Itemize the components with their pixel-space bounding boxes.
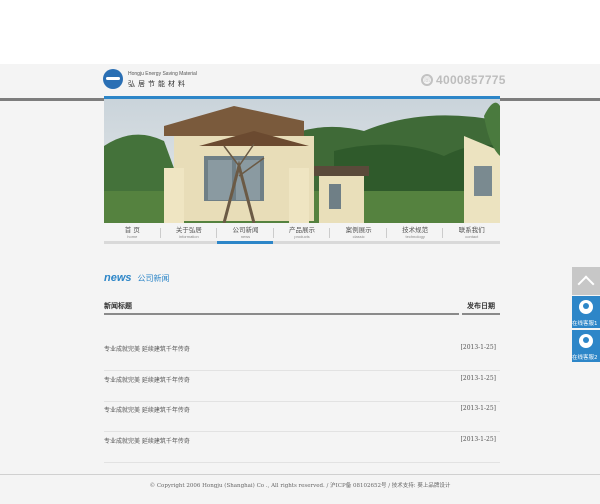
nav-active-indicator xyxy=(217,241,273,244)
nav-item-technology[interactable]: 技术规范 technology xyxy=(387,223,444,243)
headset-icon xyxy=(579,334,593,348)
phone-text: 4000857775 xyxy=(436,73,506,87)
nav-item-home[interactable]: 首 页 home xyxy=(104,223,161,243)
service-label: 在线客服1 xyxy=(572,321,598,327)
logo-icon xyxy=(103,69,123,89)
nav-underline xyxy=(104,241,500,244)
news-date: [2013-1-25] xyxy=(460,436,496,443)
column-header-date: 发布日期 xyxy=(467,301,495,310)
nav-label: 关于弘居 xyxy=(175,226,202,234)
logo-cn: 弘居节能材料 xyxy=(128,80,188,88)
nav-sublabel: products xyxy=(294,234,310,239)
phone-number: ☏ 4000857775 xyxy=(421,72,506,88)
nav-label: 联系我们 xyxy=(458,226,485,234)
news-date: [2013-1-25] xyxy=(460,405,496,412)
top-blank-area xyxy=(0,0,600,64)
logo-en: Hongju Energy Saving Material xyxy=(128,71,197,77)
banner-image xyxy=(104,96,500,223)
header xyxy=(0,64,600,100)
main-nav: 首 页 home 关于弘居 information 公司新闻 news 产品展示… xyxy=(104,223,500,243)
footer-copyright: © Copyright 2006 Hongju (Shanghai) Co .,… xyxy=(149,483,451,489)
nav-item-about[interactable]: 关于弘居 information xyxy=(161,223,218,243)
banner-illustration xyxy=(104,96,500,223)
section-title-en: news xyxy=(104,272,132,284)
headset-icon xyxy=(579,300,593,314)
nav-item-cases[interactable]: 案例展示 classic xyxy=(330,223,387,243)
nav-sublabel: contact xyxy=(465,234,479,239)
news-date: [2013-1-25] xyxy=(460,344,496,351)
news-row[interactable]: 专业成就完美 延续建筑千年传奇 [2013-1-25] xyxy=(104,432,500,463)
news-row[interactable]: 专业成就完美 延续建筑千年传奇 [2013-1-25] xyxy=(104,401,500,432)
phone-icon: ☏ xyxy=(421,74,433,86)
nav-sublabel: classic xyxy=(352,234,365,239)
logo[interactable]: Hongju Energy Saving Material 弘居节能材料 xyxy=(103,69,213,91)
nav-sublabel: information xyxy=(178,234,199,239)
banner-top-accent xyxy=(104,96,500,99)
nav-label: 技术规范 xyxy=(402,226,429,234)
nav-label: 公司新闻 xyxy=(232,226,259,234)
nav-sublabel: news xyxy=(240,234,251,239)
online-service-button-1[interactable]: 在线客服1 xyxy=(572,296,600,328)
nav-sublabel: technology xyxy=(405,234,425,239)
news-date: [2013-1-25] xyxy=(460,375,496,382)
news-row[interactable]: 专业成就完美 延续建筑千年传奇 [2013-1-25] xyxy=(104,340,500,371)
service-label: 在线客服2 xyxy=(572,355,598,361)
nav-label: 产品展示 xyxy=(289,226,316,234)
nav-label: 首 页 xyxy=(124,226,140,234)
online-service-button-2[interactable]: 在线客服2 xyxy=(572,330,600,362)
footer-divider xyxy=(0,474,600,475)
news-title-link[interactable]: 专业成就完美 延续建筑千年传奇 xyxy=(104,344,190,353)
nav-sublabel: home xyxy=(127,234,138,239)
chevron-up-icon xyxy=(577,275,595,292)
nav-item-news[interactable]: 公司新闻 news xyxy=(217,223,274,243)
column-header-title: 新闻标题 xyxy=(104,301,132,310)
header-rule-date xyxy=(462,313,500,315)
back-to-top-button[interactable] xyxy=(572,267,600,295)
nav-label: 案例展示 xyxy=(345,226,372,234)
header-rule xyxy=(104,313,459,315)
section-title: news 公司新闻 xyxy=(104,272,170,288)
news-title-link[interactable]: 专业成就完美 延续建筑千年传奇 xyxy=(104,375,190,384)
nav-item-contact[interactable]: 联系我们 contact xyxy=(443,223,500,243)
news-row[interactable]: 专业成就完美 延续建筑千年传奇 [2013-1-25] xyxy=(104,371,500,402)
news-title-link[interactable]: 专业成就完美 延续建筑千年传奇 xyxy=(104,405,190,414)
section-title-cn: 公司新闻 xyxy=(137,274,170,283)
news-title-link[interactable]: 专业成就完美 延续建筑千年传奇 xyxy=(104,436,190,445)
nav-item-products[interactable]: 产品展示 products xyxy=(274,223,331,243)
